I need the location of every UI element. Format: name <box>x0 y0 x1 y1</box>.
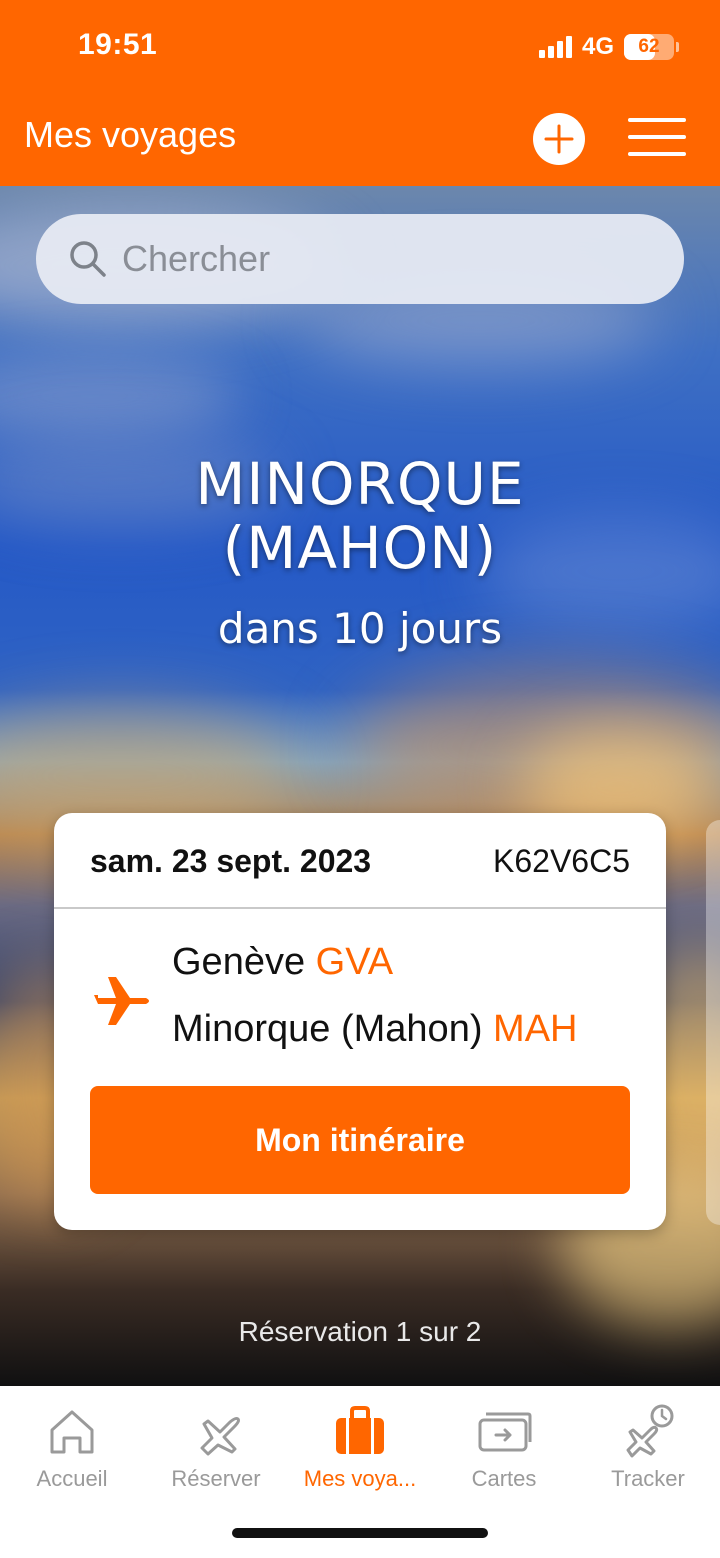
page-title: Mes voyages <box>24 114 237 155</box>
status-indicators: 4G 62 <box>538 33 679 61</box>
tab-reserver[interactable]: Réserver <box>144 1386 288 1506</box>
booking-card[interactable]: sam. 23 sept. 2023 K62V6C5 Genève GVA Mi… <box>54 813 666 1230</box>
tab-label: Accueil <box>36 1466 108 1491</box>
origin-code: GVA <box>315 941 394 983</box>
home-indicator[interactable] <box>232 1528 488 1538</box>
destination-row: Minorque (Mahon) MAH <box>172 1008 578 1051</box>
app-header: Mes voyages <box>0 96 720 186</box>
airplane-icon <box>94 977 149 1025</box>
add-trip-button[interactable] <box>533 113 585 165</box>
battery-nub <box>676 42 679 52</box>
flight-date: sam. 23 sept. 2023 <box>90 843 372 879</box>
status-time: 19:51 <box>78 28 158 61</box>
origin-row: Genève GVA <box>172 941 393 984</box>
search-placeholder: Chercher <box>122 238 271 279</box>
battery-percentage: 62 <box>638 36 660 57</box>
boarding-pass-icon <box>478 1412 532 1452</box>
tab-accueil[interactable]: Accueil <box>0 1386 144 1506</box>
trip-countdown: dans 10 jours <box>217 604 503 653</box>
menu-button[interactable] <box>628 116 686 158</box>
destination-name: MINORQUE <box>195 450 525 518</box>
tab-mes-voyages[interactable]: Mes voya... <box>288 1386 432 1506</box>
search-icon <box>70 241 106 277</box>
flight-tracker-icon <box>626 1404 674 1458</box>
airplane-icon <box>200 1416 240 1456</box>
card-divider <box>54 907 666 909</box>
next-booking-card-peek[interactable] <box>706 820 720 1225</box>
destination-title: MINORQUE (MAHON) <box>60 452 660 580</box>
cellular-signal-icon <box>538 36 572 58</box>
destination-code: MAH <box>493 1008 578 1050</box>
suitcase-icon <box>336 1406 384 1454</box>
tab-cartes[interactable]: Cartes <box>432 1386 576 1506</box>
plus-circle-icon <box>544 124 574 154</box>
destination-airport: (MAHON) <box>222 514 498 582</box>
my-itinerary-button[interactable]: Mon itinéraire <box>90 1086 630 1194</box>
tab-label: Cartes <box>471 1466 537 1491</box>
tab-label: Réserver <box>171 1466 261 1491</box>
booking-pagination: Réservation 1 sur 2 <box>238 1316 482 1347</box>
tab-tracker[interactable]: Tracker <box>576 1386 720 1506</box>
tab-label: Mes voya... <box>303 1466 417 1491</box>
tab-label: Tracker <box>611 1466 685 1491</box>
origin-city: Genève <box>172 941 306 983</box>
battery-icon: 62 <box>624 34 679 60</box>
status-bar: 19:51 4G 62 <box>0 0 720 96</box>
home-icon <box>50 1410 94 1454</box>
network-type: 4G <box>581 33 614 60</box>
booking-reference: K62V6C5 <box>493 843 630 879</box>
hamburger-menu-icon <box>628 118 686 156</box>
destination-city: Minorque (Mahon) <box>172 1008 483 1050</box>
